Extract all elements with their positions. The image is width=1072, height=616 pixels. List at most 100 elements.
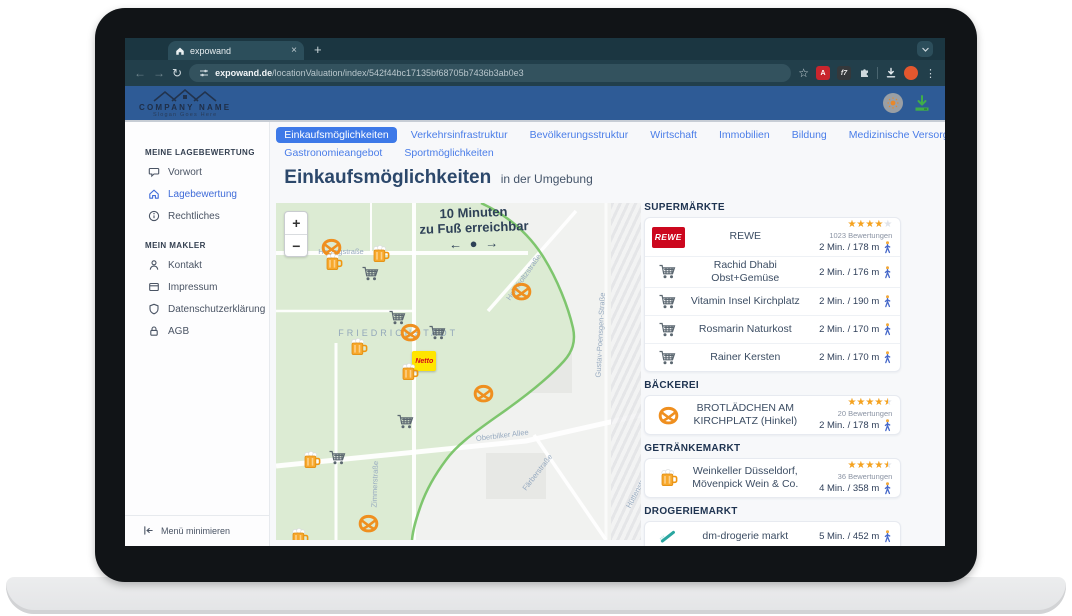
map-zoom-control: + − bbox=[284, 211, 308, 257]
panel-section-title: SUPERMÄRKTE bbox=[644, 202, 901, 214]
tab-search-button[interactable] bbox=[917, 41, 933, 57]
lock-icon bbox=[148, 325, 160, 337]
pretzel-marker[interactable] bbox=[400, 322, 421, 343]
cart-marker[interactable] bbox=[328, 448, 348, 468]
url-domain: expowand.de bbox=[215, 68, 272, 78]
collapse-left-icon bbox=[143, 525, 154, 536]
cart-marker[interactable] bbox=[428, 323, 448, 343]
place-row[interactable]: REWE REWE ★★★★★★★★★★1023 Bewertungen2 Mi… bbox=[645, 218, 900, 256]
walkability-annotation: 10 Minuten zu Fuß erreichbar ← ● → bbox=[394, 203, 556, 254]
walking-distance: 4 Min. / 358 m bbox=[819, 483, 879, 494]
place-name: REWE bbox=[686, 230, 804, 243]
pretzel-marker[interactable] bbox=[511, 281, 532, 302]
company-logo[interactable]: COMPANY NAME Slogan Goes Here bbox=[139, 89, 231, 118]
new-tab-button[interactable]: + bbox=[314, 42, 322, 57]
walking-icon bbox=[883, 530, 892, 543]
beer-marker[interactable] bbox=[399, 362, 419, 382]
sidebar-item-kontakt[interactable]: Kontakt bbox=[125, 254, 269, 276]
star-rating: ★★★★★★★★★★ bbox=[847, 461, 892, 471]
forward-button[interactable]: → bbox=[153, 67, 165, 79]
rooftops-icon bbox=[152, 89, 218, 102]
minimize-menu-label: Menü minimieren bbox=[161, 526, 230, 536]
pretzel-marker[interactable] bbox=[473, 383, 494, 404]
window-icon bbox=[148, 281, 160, 293]
pretzel-icon bbox=[658, 405, 679, 426]
url-path: /locationValuation/index/542f44bc17135bf… bbox=[272, 68, 524, 78]
walking-distance: 2 Min. / 170 m bbox=[819, 324, 879, 335]
site-settings-icon[interactable] bbox=[199, 68, 209, 78]
home-icon bbox=[148, 188, 160, 200]
back-button[interactable]: ← bbox=[134, 67, 146, 79]
walking-icon bbox=[883, 419, 892, 432]
map[interactable]: FRIEDRICHSTADT HerzogstraßeOberbilker Al… bbox=[276, 203, 641, 540]
place-row[interactable]: Rachid Dhabi Obst+Gemüse 2 Min. / 176 m bbox=[645, 256, 900, 287]
beer-marker[interactable] bbox=[348, 337, 368, 357]
category-tabs: Einkaufsmöglichkeiten Verkehrsinfrastrukt… bbox=[274, 127, 945, 161]
sidebar-item-impressum[interactable]: Impressum bbox=[125, 276, 269, 298]
place-row[interactable]: BROTLÄDCHEN AM KIRCHPLATZ (Hinkel) ★★★★★… bbox=[645, 396, 900, 434]
beer-marker[interactable] bbox=[301, 450, 321, 470]
getraenkemarkt-card: Weinkeller Düsseldorf, Mövenpick Wein & … bbox=[644, 458, 901, 498]
download-icon[interactable] bbox=[885, 67, 897, 79]
tab-verkehrsinfrastruktur[interactable]: Verkehrsinfrastruktur bbox=[403, 127, 516, 143]
walking-icon bbox=[883, 266, 892, 279]
sidebar-item-lagebewertung[interactable]: Lagebewertung bbox=[125, 183, 269, 205]
pdf-extension-icon[interactable]: A bbox=[816, 66, 830, 80]
sidebar-item-datenschutz[interactable]: Datenschutzerklärung bbox=[125, 298, 269, 320]
place-row[interactable]: Rosmarin Naturkost 2 Min. / 170 m bbox=[645, 315, 900, 343]
tab-gastronomieangebot[interactable]: Gastronomieangebot bbox=[276, 145, 390, 161]
browser-toolbar: ← → ↻ expowand.de/locationValuation/inde… bbox=[125, 60, 945, 86]
sidebar-item-agb[interactable]: AGB bbox=[125, 320, 269, 342]
profile-avatar[interactable] bbox=[904, 66, 918, 80]
browser-tab[interactable]: expowand × bbox=[168, 41, 304, 60]
cart-icon bbox=[658, 348, 678, 368]
panel-section-getraenkemarkt: GETRÄNKEMARKT Weinkeller Düsseldorf, Möv… bbox=[644, 443, 901, 498]
tab-medizinische-versorgung[interactable]: Medizinische Versorgung bbox=[841, 127, 945, 143]
cart-marker[interactable] bbox=[396, 412, 416, 432]
place-name: Rainer Kersten bbox=[686, 351, 804, 364]
chat-icon bbox=[148, 166, 160, 178]
url-bar[interactable]: expowand.de/locationValuation/index/542f… bbox=[189, 64, 791, 82]
tab-wirtschaft[interactable]: Wirtschaft bbox=[642, 127, 705, 143]
bookmark-star-icon[interactable]: ☆ bbox=[798, 67, 809, 79]
tab-sportmöglichkeiten[interactable]: Sportmöglichkeiten bbox=[396, 145, 501, 161]
supermaerkte-card: REWE REWE ★★★★★★★★★★1023 Bewertungen2 Mi… bbox=[644, 217, 901, 372]
walking-distance: 2 Min. / 176 m bbox=[819, 267, 879, 278]
sidebar-item-rechtliches[interactable]: Rechtliches bbox=[125, 205, 269, 227]
beer-marker[interactable] bbox=[323, 252, 343, 272]
close-tab-icon[interactable]: × bbox=[291, 45, 297, 56]
export-download-button[interactable] bbox=[913, 95, 931, 112]
browser-menu-icon[interactable]: ⋮ bbox=[925, 67, 936, 80]
reload-button[interactable]: ↻ bbox=[172, 67, 182, 79]
place-name: Rosmarin Naturkost bbox=[686, 323, 804, 336]
place-row[interactable]: Rainer Kersten 2 Min. / 170 m bbox=[645, 343, 900, 371]
results-panel: SUPERMÄRKTE REWE REWE ★★★★★★★★★★1023 Bew… bbox=[644, 202, 901, 546]
review-count: 1023 Bewertungen bbox=[829, 231, 892, 240]
extensions-puzzle-icon[interactable] bbox=[858, 67, 870, 79]
place-name: Rachid Dhabi Obst+Gemüse bbox=[686, 259, 804, 285]
place-row[interactable]: Vitamin Insel Kirchplatz 2 Min. / 190 m bbox=[645, 287, 900, 315]
tab-bevölkerungsstruktur[interactable]: Bevölkerungsstruktur bbox=[522, 127, 637, 143]
theme-toggle-button[interactable] bbox=[883, 93, 903, 113]
sidebar-item-vorwort[interactable]: Vorwort bbox=[125, 161, 269, 183]
panel-section-title: DROGERIEMARKT bbox=[644, 506, 901, 518]
tab-bildung[interactable]: Bildung bbox=[784, 127, 835, 143]
tab-einkaufsmöglichkeiten[interactable]: Einkaufsmöglichkeiten bbox=[276, 127, 396, 143]
zoom-out-button[interactable]: − bbox=[285, 234, 307, 256]
tab-immobilien[interactable]: Immobilien bbox=[711, 127, 778, 143]
beer-marker[interactable] bbox=[370, 244, 390, 264]
cart-marker[interactable] bbox=[361, 264, 381, 284]
zoom-in-button[interactable]: + bbox=[285, 212, 307, 234]
beer-marker[interactable] bbox=[289, 527, 309, 540]
place-row[interactable]: Weinkeller Düsseldorf, Mövenpick Wein & … bbox=[645, 459, 900, 497]
beer-icon bbox=[658, 468, 678, 488]
pretzel-marker[interactable] bbox=[358, 513, 379, 534]
walking-distance: 2 Min. / 178 m bbox=[819, 242, 879, 253]
sidebar-item-label: Kontakt bbox=[168, 260, 202, 271]
minimize-menu-button[interactable]: Menü minimieren bbox=[125, 515, 269, 546]
f7-extension-icon[interactable]: f7 bbox=[837, 66, 851, 80]
place-row[interactable]: dm-drogerie markt 5 Min. / 452 m bbox=[645, 522, 900, 546]
walking-icon bbox=[883, 241, 892, 254]
panel-section-baeckerei: BÄCKEREI BROTLÄDCHEN AM KIRCHPLATZ (Hink… bbox=[644, 380, 901, 435]
review-count: 36 Bewertungen bbox=[838, 472, 893, 481]
